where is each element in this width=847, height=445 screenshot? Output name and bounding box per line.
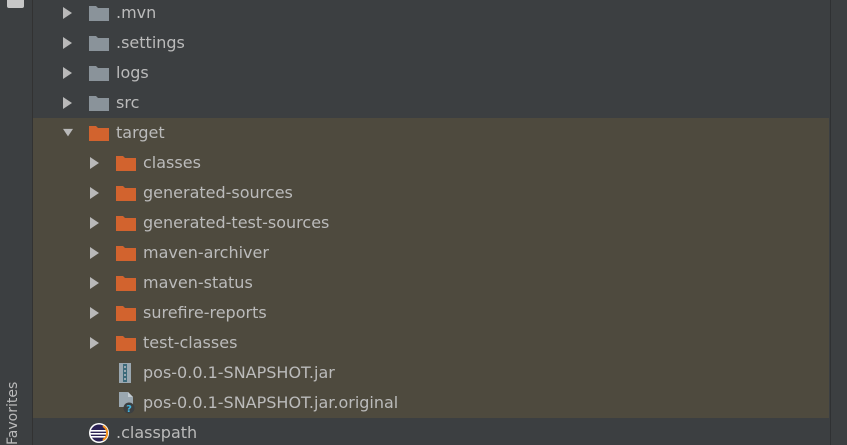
tree-item-label: logs (116, 63, 149, 82)
project-tree[interactable]: .mvn .settings logs src target classes generat… (33, 0, 829, 445)
tree-item-label: .mvn (116, 3, 157, 22)
tree-row[interactable]: surefire-reports (33, 298, 829, 328)
tree-row[interactable]: .settings (33, 28, 829, 58)
tree-row[interactable]: ? pos-0.0.1-SNAPSHOT.jar.original (33, 388, 829, 418)
folder-gray-icon (88, 33, 110, 53)
expanded-arrow-icon[interactable] (63, 126, 73, 140)
jar-archive-icon (115, 363, 137, 383)
collapsed-arrow-icon[interactable] (90, 336, 100, 350)
tree-item-label: pos-0.0.1-SNAPSHOT.jar (143, 363, 335, 382)
tree-item-label: .classpath (116, 423, 198, 442)
tree-row[interactable]: target (33, 118, 829, 148)
folder-gray-icon (88, 3, 110, 23)
tree-item-label: test-classes (143, 333, 238, 352)
tree-item-label: maven-archiver (143, 243, 269, 262)
tree-row[interactable]: maven-archiver (33, 238, 829, 268)
folder-orange-icon (115, 153, 137, 173)
collapsed-arrow-icon[interactable] (90, 246, 100, 260)
tree-item-label: surefire-reports (143, 303, 267, 322)
collapsed-arrow-icon[interactable] (90, 276, 100, 290)
tree-item-label: generated-sources (143, 183, 293, 202)
tree-item-label: pos-0.0.1-SNAPSHOT.jar.original (143, 393, 399, 412)
tree-row[interactable]: generated-test-sources (33, 208, 829, 238)
left-tool-strip: Favorites (0, 0, 33, 445)
collapsed-arrow-icon[interactable] (90, 156, 100, 170)
tree-row[interactable]: .mvn (33, 0, 829, 28)
folder-orange-icon (88, 123, 110, 143)
folder-orange-icon (115, 243, 137, 263)
tree-row[interactable]: .classpath (33, 418, 829, 445)
folder-gray-icon (88, 93, 110, 113)
collapsed-arrow-icon[interactable] (63, 66, 73, 80)
tool-tab-marker[interactable] (7, 0, 24, 8)
favorites-tab[interactable]: Favorites (5, 375, 27, 445)
tree-row[interactable]: logs (33, 58, 829, 88)
collapsed-arrow-icon[interactable] (63, 6, 73, 20)
tree-item-label: maven-status (143, 273, 253, 292)
tree-row[interactable]: generated-sources (33, 178, 829, 208)
tree-item-label: src (116, 93, 140, 112)
tree-row[interactable]: classes (33, 148, 829, 178)
collapsed-arrow-icon[interactable] (63, 36, 73, 50)
tree-row[interactable]: test-classes (33, 328, 829, 358)
tree-row[interactable]: maven-status (33, 268, 829, 298)
folder-orange-icon (115, 183, 137, 203)
unknown-file-icon: ? (115, 392, 137, 414)
collapsed-arrow-icon[interactable] (90, 216, 100, 230)
vertical-scrollbar[interactable] (830, 0, 847, 445)
collapsed-arrow-icon[interactable] (90, 186, 100, 200)
folder-orange-icon (115, 303, 137, 323)
tree-item-label: classes (143, 153, 201, 172)
tree-item-label: target (116, 123, 165, 142)
collapsed-arrow-icon[interactable] (63, 96, 73, 110)
folder-orange-icon (115, 273, 137, 293)
tree-row[interactable]: pos-0.0.1-SNAPSHOT.jar (33, 358, 829, 388)
project-tool-window: Favorites .mvn .settings logs src target clas… (0, 0, 847, 445)
collapsed-arrow-icon[interactable] (90, 306, 100, 320)
tree-item-label: .settings (116, 33, 185, 52)
svg-text:?: ? (126, 404, 132, 414)
folder-gray-icon (88, 63, 110, 83)
eclipse-classpath-icon (88, 423, 110, 443)
folder-orange-icon (115, 333, 137, 353)
tree-item-label: generated-test-sources (143, 213, 330, 232)
folder-orange-icon (115, 213, 137, 233)
tree-row[interactable]: src (33, 88, 829, 118)
